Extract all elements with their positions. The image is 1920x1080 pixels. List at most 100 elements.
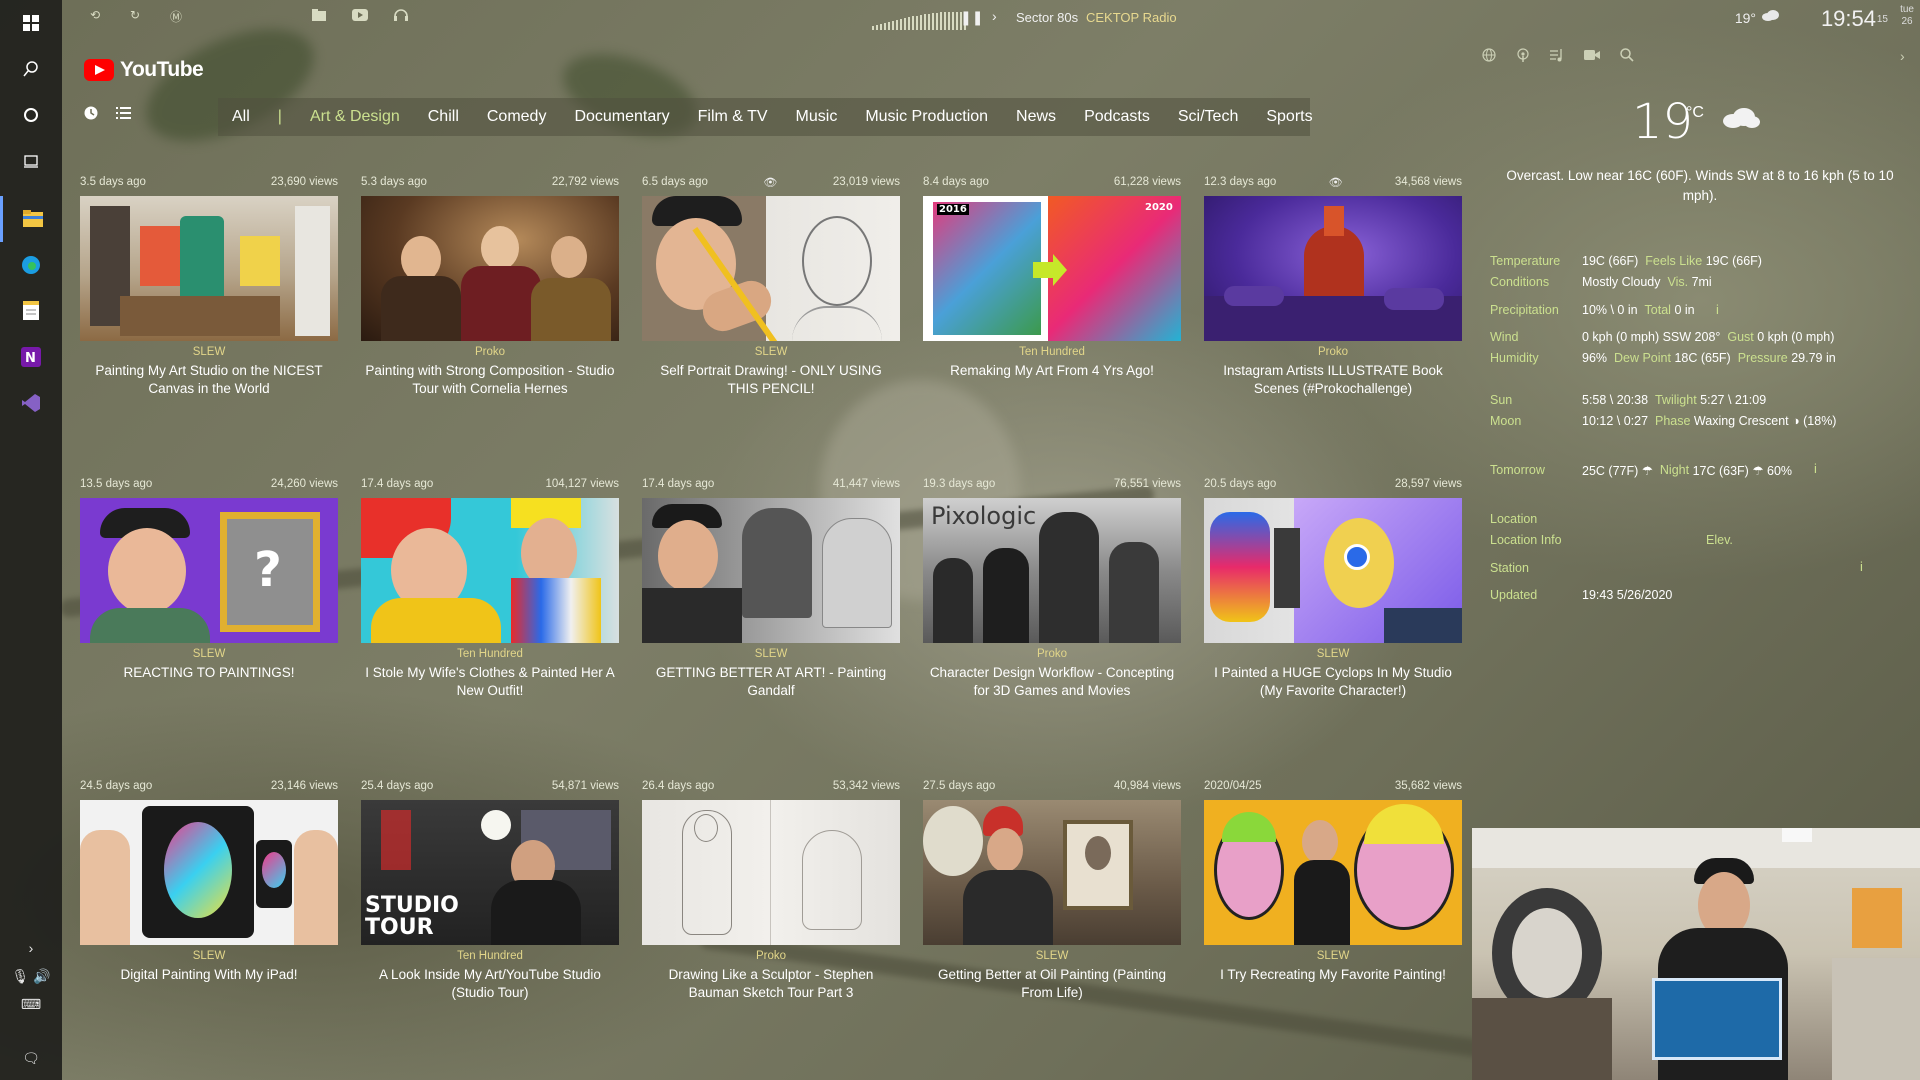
category-podcasts[interactable]: Podcasts — [1084, 108, 1150, 126]
video-title[interactable]: Digital Painting With My iPad! — [80, 966, 338, 984]
video-thumbnail[interactable] — [642, 498, 900, 643]
video-title[interactable]: A Look Inside My Art/YouTube Studio (Stu… — [361, 966, 619, 1002]
list-icon[interactable] — [116, 106, 131, 124]
video-thumbnail[interactable] — [642, 800, 900, 945]
video-card[interactable]: 3.5 days ago 23,690 views SLEW Painting M… — [80, 176, 338, 398]
video-card[interactable]: 26.4 days ago 53,342 views Proko Drawing … — [642, 780, 900, 1002]
youtube-small-icon[interactable] — [352, 9, 368, 24]
video-channel[interactable]: Ten Hundred — [923, 346, 1181, 358]
windows-icon[interactable] — [0, 0, 62, 46]
headphones-icon[interactable] — [394, 9, 408, 24]
video-card[interactable]: 20.5 days ago 28,597 views SLEW I Painted… — [1204, 478, 1462, 700]
video-card[interactable]: 12.3 days ago 👁 34,568 views Proko Instagr… — [1204, 176, 1462, 398]
video-title[interactable]: I Painted a HUGE Cyclops In My Studio (M… — [1204, 664, 1462, 700]
video-thumbnail[interactable] — [80, 800, 338, 945]
video-title[interactable]: Drawing Like a Sculptor - Stephen Bauman… — [642, 966, 900, 1002]
volume-icon[interactable]: 🎙 🔊 — [0, 962, 62, 990]
video-channel[interactable]: Ten Hundred — [361, 648, 619, 660]
chevron-right-icon[interactable]: › — [0, 934, 62, 962]
video-title[interactable]: Painting with Strong Composition - Studi… — [361, 362, 619, 398]
video-thumbnail[interactable]: ? — [80, 498, 338, 643]
video-card[interactable]: 6.5 days ago 👁 23,019 views SLEW Self Port… — [642, 176, 900, 398]
video-channel[interactable]: SLEW — [80, 346, 338, 358]
picture-in-picture-video[interactable] — [1472, 828, 1920, 1080]
category-chill[interactable]: Chill — [428, 108, 459, 126]
youtube-logo[interactable]: YouTube — [84, 58, 204, 82]
globe-icon[interactable] — [1482, 48, 1496, 66]
mode-icon[interactable]: Ⓜ — [170, 8, 182, 25]
video-channel[interactable]: SLEW — [80, 950, 338, 962]
video-title[interactable]: REACTING TO PAINTINGS! — [80, 664, 338, 682]
edge-icon[interactable] — [0, 242, 62, 288]
category-news[interactable]: News — [1016, 108, 1056, 126]
video-thumbnail[interactable]: STUDIO TOUR — [361, 800, 619, 945]
category-comedy[interactable]: Comedy — [487, 108, 547, 126]
video-channel[interactable]: Proko — [1204, 346, 1462, 358]
video-title[interactable]: Self Portrait Drawing! - ONLY USING THIS… — [642, 362, 900, 398]
video-card[interactable]: 5.3 days ago 22,792 views Proko Painting … — [361, 176, 619, 398]
cortana-icon[interactable] — [0, 92, 62, 138]
video-thumbnail[interactable] — [1204, 196, 1462, 341]
category-music[interactable]: Music — [796, 108, 838, 126]
video-channel[interactable]: SLEW — [642, 648, 900, 660]
video-channel[interactable]: Ten Hundred — [361, 950, 619, 962]
video-title[interactable]: Instagram Artists ILLUSTRATE Book Scenes… — [1204, 362, 1462, 398]
category-documentary[interactable]: Documentary — [574, 108, 669, 126]
video-title[interactable]: I Try Recreating My Favorite Painting! — [1204, 966, 1462, 984]
video-title[interactable]: Character Design Workflow - Concepting f… — [923, 664, 1181, 700]
video-channel[interactable]: SLEW — [1204, 950, 1462, 962]
video-card[interactable]: 19.3 days ago 76,551 views Pixologic Prok… — [923, 478, 1181, 700]
music-list-icon[interactable] — [1550, 48, 1564, 66]
video-title[interactable]: Remaking My Art From 4 Yrs Ago! — [923, 362, 1181, 380]
video-thumbnail[interactable] — [1204, 800, 1462, 945]
video-channel[interactable]: SLEW — [80, 648, 338, 660]
folder-icon[interactable] — [312, 9, 326, 24]
video-thumbnail[interactable] — [923, 800, 1181, 945]
notifications-icon[interactable]: 🗨 — [0, 1036, 62, 1080]
category-all[interactable]: All — [232, 108, 250, 126]
podcast-icon[interactable] — [1516, 48, 1530, 66]
video-title[interactable]: GETTING BETTER AT ART! - Painting Gandal… — [642, 664, 900, 700]
video-card[interactable]: 8.4 days ago 61,228 views 2016 2020 Ten H… — [923, 176, 1181, 380]
category-music-production[interactable]: Music Production — [865, 108, 988, 126]
category-sports[interactable]: Sports — [1266, 108, 1312, 126]
info-icon[interactable]: i — [1860, 559, 1863, 574]
video-card[interactable]: 27.5 days ago 40,984 views SLEW Getting B… — [923, 780, 1181, 1002]
video-thumbnail[interactable] — [361, 196, 619, 341]
video-thumbnail[interactable] — [1204, 498, 1462, 643]
video-card[interactable]: 25.4 days ago 54,871 views STUDIO TOUR Te… — [361, 780, 619, 1002]
video-thumbnail[interactable] — [80, 196, 338, 341]
video-channel[interactable]: Proko — [923, 648, 1181, 660]
category-sci-tech[interactable]: Sci/Tech — [1178, 108, 1238, 126]
visual-studio-icon[interactable] — [0, 380, 62, 426]
refresh-icon[interactable]: ↻ — [130, 8, 140, 22]
media-tool-icon[interactable]: ⟲ — [90, 8, 100, 22]
category-film-tv[interactable]: Film & TV — [698, 108, 768, 126]
search-right-icon[interactable] — [1620, 48, 1634, 66]
video-title[interactable]: I Stole My Wife's Clothes & Painted Her … — [361, 664, 619, 700]
video-card[interactable]: 17.4 days ago 104,127 views Ten Hundred I… — [361, 478, 619, 700]
chevron-right-panel-icon[interactable]: › — [1900, 48, 1905, 64]
info-icon[interactable]: i — [1716, 302, 1719, 317]
video-thumbnail[interactable]: 2016 2020 — [923, 196, 1181, 341]
video-channel[interactable]: SLEW — [923, 950, 1181, 962]
file-explorer-icon[interactable] — [0, 196, 62, 242]
video-card[interactable]: 2020/04/25 35,682 views SLEW I Try Recrea… — [1204, 780, 1462, 984]
video-card[interactable]: 24.5 days ago 23,146 views SLEW Digital P… — [80, 780, 338, 984]
history-icon[interactable] — [84, 106, 98, 124]
video-thumbnail[interactable]: Pixologic — [923, 498, 1181, 643]
task-view-icon[interactable] — [0, 138, 62, 184]
radio-station[interactable]: CEKTOP Radio — [1086, 10, 1177, 25]
onenote-icon[interactable]: N — [0, 334, 62, 380]
video-channel[interactable]: Proko — [642, 950, 900, 962]
video-channel[interactable]: Proko — [361, 346, 619, 358]
notepad-icon[interactable] — [0, 288, 62, 334]
pause-icon[interactable]: ❚❚ — [960, 9, 983, 26]
video-thumbnail[interactable] — [642, 196, 900, 341]
search-icon[interactable] — [0, 46, 62, 92]
video-camera-icon[interactable] — [1584, 48, 1600, 66]
category-art-design[interactable]: Art & Design — [310, 108, 400, 126]
video-channel[interactable]: SLEW — [642, 346, 900, 358]
next-icon[interactable]: › — [992, 8, 997, 24]
video-thumbnail[interactable] — [361, 498, 619, 643]
